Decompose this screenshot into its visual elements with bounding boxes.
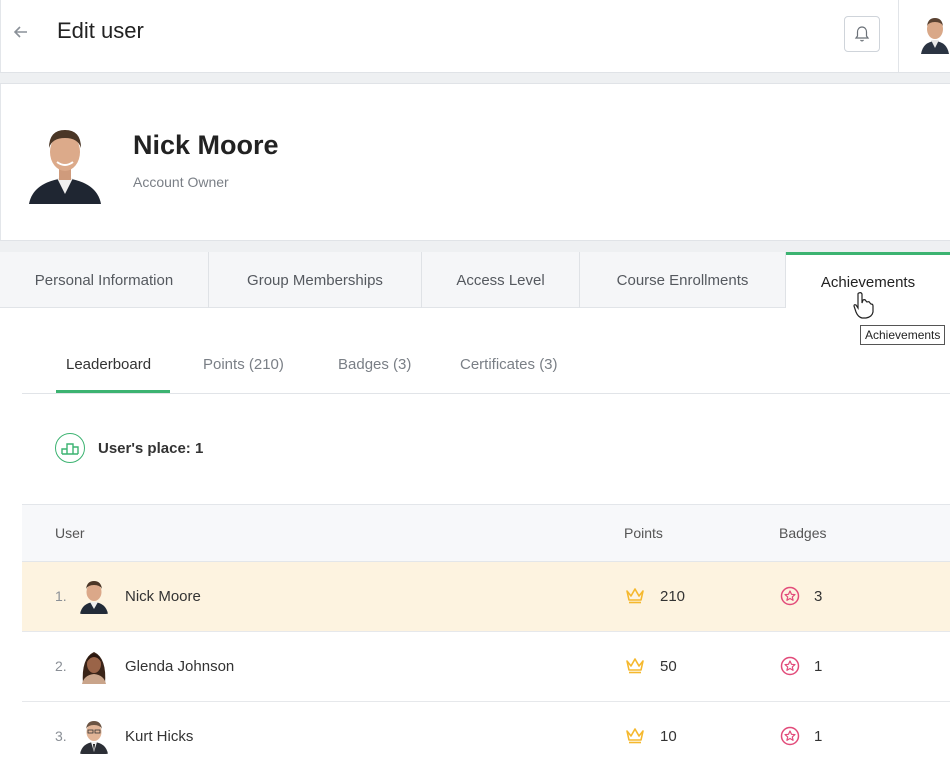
- tab-access-level[interactable]: Access Level: [422, 252, 580, 308]
- crown-icon: [626, 588, 644, 604]
- points-value: 50: [660, 658, 677, 675]
- subtab-badges[interactable]: Badges (3): [338, 356, 411, 373]
- points-value: 210: [660, 588, 686, 605]
- separator-band: [0, 240, 950, 252]
- arrow-left-icon[interactable]: [11, 20, 31, 44]
- avatar: [80, 721, 108, 754]
- rank: 2.: [55, 658, 67, 674]
- rank: 3.: [55, 728, 67, 744]
- avatar: [80, 581, 108, 614]
- tab-group-memberships[interactable]: Group Memberships: [209, 252, 422, 308]
- crown-icon: [626, 728, 644, 744]
- user-tabs: Personal Information Group Memberships A…: [0, 252, 950, 309]
- user-avatar[interactable]: [919, 14, 950, 54]
- profile-avatar: [29, 130, 101, 204]
- page-title: Edit user: [57, 18, 144, 43]
- badge-star-icon: [780, 726, 800, 746]
- column-header-points: Points: [624, 525, 663, 541]
- tab-course-enrollments[interactable]: Course Enrollments: [580, 252, 786, 308]
- rank: 1.: [55, 588, 67, 604]
- leaderboard-table: User Points Badges 1. Nick Moore 210 3 2…: [22, 504, 950, 763]
- profile-header: Nick Moore Account Owner: [0, 84, 950, 240]
- hand-cursor-icon: [853, 292, 874, 319]
- user-name[interactable]: Glenda Johnson: [125, 658, 234, 675]
- bell-icon: [854, 26, 870, 42]
- user-name[interactable]: Kurt Hicks: [125, 728, 193, 745]
- column-header-badges: Badges: [779, 525, 827, 541]
- crown-icon: [626, 658, 644, 674]
- tab-personal-information[interactable]: Personal Information: [0, 252, 209, 308]
- profile-role: Account Owner: [133, 174, 229, 190]
- subtab-leaderboard[interactable]: Leaderboard: [66, 356, 151, 373]
- achievement-subtabs: Leaderboard Points (210) Badges (3) Cert…: [22, 336, 950, 394]
- table-row[interactable]: 2. Glenda Johnson 50 1: [22, 632, 950, 702]
- table-row[interactable]: 1. Nick Moore 210 3: [22, 562, 950, 632]
- user-name[interactable]: Nick Moore: [125, 588, 201, 605]
- points-value: 10: [660, 728, 677, 745]
- badges-value: 1: [814, 658, 823, 675]
- top-bar: Edit user: [0, 0, 950, 72]
- table-header: User Points Badges: [22, 504, 950, 562]
- subtab-points[interactable]: Points (210): [203, 356, 284, 373]
- avatar: [82, 652, 106, 684]
- active-subtab-indicator: [56, 390, 170, 393]
- table-row[interactable]: 3. Kurt Hicks 10 1: [22, 702, 950, 763]
- profile-name: Nick Moore: [133, 130, 279, 160]
- user-place: User's place: 1: [98, 440, 204, 457]
- notifications-button[interactable]: [844, 16, 880, 52]
- subtab-certificates[interactable]: Certificates (3): [460, 356, 558, 373]
- edit-user-page: Edit user Nick Moore Account Owner Perso…: [0, 0, 950, 763]
- badges-value: 1: [814, 728, 823, 745]
- divider: [898, 0, 899, 72]
- separator-band: [0, 72, 950, 84]
- badge-star-icon: [780, 586, 800, 606]
- badges-value: 3: [814, 588, 823, 605]
- badge-star-icon: [780, 656, 800, 676]
- podium-icon: [55, 433, 85, 463]
- column-header-user: User: [55, 525, 85, 541]
